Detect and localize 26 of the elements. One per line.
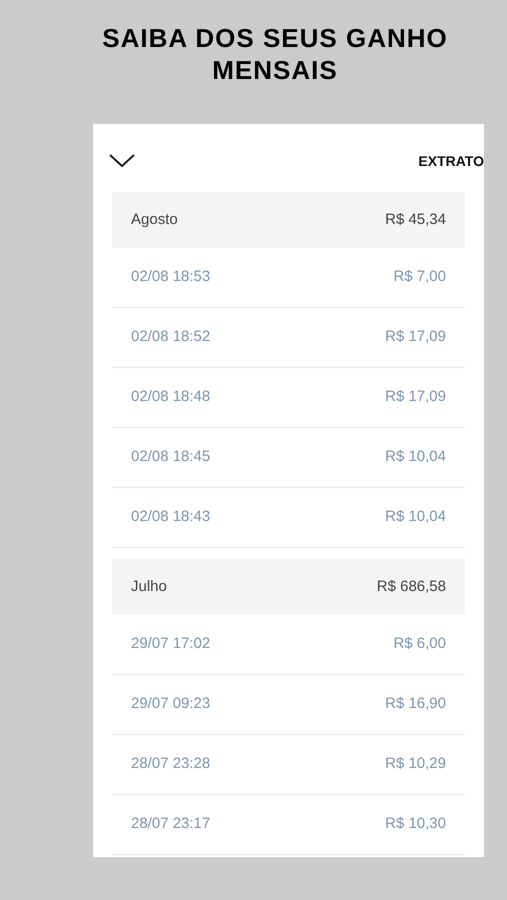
entry-time: 29/07 17:02 <box>131 634 210 654</box>
month-total: R$ 686,58 <box>376 576 446 597</box>
month-name: Julho <box>131 576 167 597</box>
headline: MENSAIS <box>212 54 338 86</box>
entry-amount: R$ 10,30 <box>385 814 446 834</box>
entry-time: 02/08 18:48 <box>131 387 210 408</box>
month-total: R$ 45,34 <box>385 210 446 230</box>
entry-time: 02/08 18:52 <box>131 327 210 348</box>
screen-title: EXTRATO <box>418 152 484 170</box>
entry-time: 28/07 23:28 <box>131 754 210 774</box>
entry-amount: R$ 10,04 <box>385 507 446 528</box>
entry-amount: R$ 6,00 <box>393 634 446 654</box>
chevron-down-icon[interactable] <box>109 154 135 168</box>
entry-amount: R$ 7,00 <box>393 267 446 288</box>
entry-amount: R$ 17,09 <box>385 327 446 348</box>
entry-amount: R$ 10,29 <box>385 754 446 774</box>
headline: SAIBA DOS SEUS GANHO <box>102 22 448 54</box>
entry-amount: R$ 10,04 <box>385 447 446 468</box>
entry-time: 02/08 18:43 <box>131 507 210 528</box>
entry-time: 02/08 18:45 <box>131 447 210 468</box>
entry-time: 28/07 23:17 <box>131 814 210 834</box>
month-name: Agosto <box>131 210 178 230</box>
entry-time: 02/08 18:53 <box>131 267 210 288</box>
entry-amount: R$ 17,09 <box>385 387 446 408</box>
entry-amount: R$ 16,90 <box>385 694 446 714</box>
entry-time: 29/07 09:23 <box>131 694 210 714</box>
